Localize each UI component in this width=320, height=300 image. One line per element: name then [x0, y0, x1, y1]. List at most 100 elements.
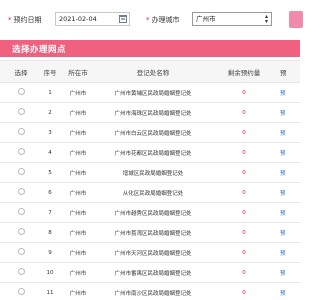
- header-index: 序号: [43, 68, 57, 77]
- city-label: * 办理城市: [146, 15, 180, 25]
- row-action-link[interactable]: 预: [280, 249, 300, 257]
- reserve-link[interactable]: 预: [280, 91, 286, 97]
- row-remaining: 0: [208, 250, 280, 256]
- city-select[interactable]: 广州市 ▴ ▾: [192, 12, 272, 26]
- radio-button[interactable]: [17, 228, 25, 235]
- row-radio[interactable]: [0, 128, 42, 137]
- reserve-link[interactable]: 预: [280, 271, 286, 277]
- row-action-link[interactable]: 预: [280, 89, 300, 97]
- table-row[interactable]: 8 广州市 广州市荔湾区民政局婚姻登记处 0 预: [0, 223, 300, 243]
- filter-bar: * 预约日期 2021-02-04 * 办理城市 广州市 ▴ ▾: [0, 0, 303, 40]
- remaining-count: 0: [242, 249, 246, 256]
- row-remaining: 0: [208, 270, 280, 276]
- row-index: 11: [46, 289, 54, 296]
- reserve-link[interactable]: 预: [280, 291, 286, 297]
- row-radio[interactable]: [0, 268, 42, 277]
- remaining-count: 0: [242, 129, 246, 136]
- table-row[interactable]: 3 广州市 广州市白云区民政局婚姻登记处 0 预: [0, 123, 300, 143]
- reserve-link[interactable]: 预: [280, 131, 286, 137]
- row-remaining: 0: [208, 110, 280, 116]
- table-row[interactable]: 2 广州市 广州市海珠区民政局婚姻登记处 0 预: [0, 103, 300, 123]
- remaining-count: 0: [242, 149, 246, 156]
- row-name: 广州市番禺区民政局婚姻登记处: [114, 270, 192, 277]
- row-action-link[interactable]: 预: [280, 229, 300, 237]
- remaining-count: 0: [242, 169, 246, 176]
- radio-button[interactable]: [17, 248, 25, 255]
- reserve-link[interactable]: 预: [280, 111, 286, 117]
- row-city: 广州市: [69, 90, 87, 97]
- row-radio[interactable]: [0, 188, 42, 197]
- row-action-link[interactable]: 预: [280, 109, 300, 117]
- reserve-link[interactable]: 预: [280, 251, 286, 257]
- row-city: 广州市: [69, 250, 87, 257]
- row-index: 8: [48, 229, 52, 236]
- remaining-count: 0: [242, 189, 246, 196]
- row-radio[interactable]: [0, 108, 42, 117]
- row-city: 广州市: [69, 170, 87, 177]
- row-city: 广州市: [69, 130, 87, 137]
- table-row[interactable]: 4 广州市 广州市花都区民政局婚姻登记处 0 预: [0, 143, 300, 163]
- radio-button[interactable]: [17, 88, 25, 95]
- header-select: 选择: [14, 68, 28, 77]
- reserve-link[interactable]: 预: [280, 191, 286, 197]
- row-name: 增城区民政局婚姻登记处: [122, 170, 184, 177]
- row-radio[interactable]: [0, 88, 42, 97]
- row-remaining: 0: [208, 230, 280, 236]
- reserve-link[interactable]: 预: [280, 171, 286, 177]
- row-remaining: 0: [208, 190, 280, 196]
- query-button[interactable]: [289, 11, 303, 28]
- row-name: 从化区民政局婚姻登记处: [122, 190, 184, 197]
- table-row[interactable]: 11 广州市 广州市南沙区民政局婚姻登记处 0 预: [0, 283, 300, 300]
- radio-button[interactable]: [17, 128, 25, 135]
- radio-button[interactable]: [17, 268, 25, 275]
- table-row[interactable]: 10 广州市 广州市番禺区民政局婚姻登记处 0 预: [0, 263, 300, 283]
- row-city: 广州市: [69, 270, 87, 277]
- row-index: 7: [48, 209, 52, 216]
- row-city: 广州市: [69, 150, 87, 157]
- radio-button[interactable]: [17, 188, 25, 195]
- table-row[interactable]: 7 广州市 广州市越秀区民政局婚姻登记处 0 预: [0, 203, 300, 223]
- row-radio[interactable]: [0, 168, 42, 177]
- row-radio[interactable]: [0, 288, 42, 297]
- row-name: 广州市黄埔区民政局婚姻登记处: [114, 90, 192, 97]
- row-radio[interactable]: [0, 228, 42, 237]
- reserve-link[interactable]: 预: [280, 211, 286, 217]
- dropdown-arrow-icon: ▴ ▾: [264, 13, 268, 25]
- table-row[interactable]: 6 广州市 从化区民政局婚姻登记处 0 预: [0, 183, 300, 203]
- row-radio[interactable]: [0, 148, 42, 157]
- reserve-link[interactable]: 预: [280, 231, 286, 237]
- row-action-link[interactable]: 预: [280, 189, 300, 197]
- radio-button[interactable]: [17, 288, 25, 295]
- row-action-link[interactable]: 预: [280, 269, 300, 277]
- row-action-link[interactable]: 预: [280, 149, 300, 157]
- city-value: 广州市: [196, 15, 216, 23]
- radio-button[interactable]: [17, 168, 25, 175]
- radio-button[interactable]: [17, 108, 25, 115]
- row-action-link[interactable]: 预: [280, 289, 300, 297]
- date-field[interactable]: 2021-02-04: [55, 12, 130, 26]
- row-remaining: 0: [208, 130, 280, 136]
- row-radio[interactable]: [0, 208, 42, 217]
- row-city: 广州市: [69, 230, 87, 237]
- calendar-icon[interactable]: [119, 15, 127, 23]
- row-action-link[interactable]: 预: [280, 169, 300, 177]
- table-row[interactable]: 1 广州市 广州市黄埔区民政局婚姻登记处 0 预: [0, 83, 300, 103]
- reserve-link[interactable]: 预: [280, 151, 286, 157]
- row-city: 广州市: [69, 290, 87, 297]
- row-city: 广州市: [69, 110, 87, 117]
- row-index: 5: [48, 169, 52, 176]
- row-index: 3: [48, 129, 52, 136]
- table-row[interactable]: 9 广州市 广州市天河区民政局婚姻登记处 0 预: [0, 243, 300, 263]
- radio-button[interactable]: [17, 208, 25, 215]
- row-index: 10: [46, 269, 54, 276]
- row-remaining: 0: [208, 210, 280, 216]
- radio-button[interactable]: [17, 148, 25, 155]
- row-name: 广州市荔湾区民政局婚姻登记处: [114, 230, 192, 237]
- row-action-link[interactable]: 预: [280, 129, 300, 137]
- table-row[interactable]: 5 广州市 增城区民政局婚姻登记处 0 预: [0, 163, 300, 183]
- row-index: 9: [48, 249, 52, 256]
- table-body: 1 广州市 广州市黄埔区民政局婚姻登记处 0 预 2 广州市 广州市海珠区民政局婚姻登记处 0 预…: [0, 83, 300, 300]
- row-name: 广州市天河区民政局婚姻登记处: [114, 250, 192, 257]
- row-radio[interactable]: [0, 248, 42, 257]
- row-action-link[interactable]: 预: [280, 209, 300, 217]
